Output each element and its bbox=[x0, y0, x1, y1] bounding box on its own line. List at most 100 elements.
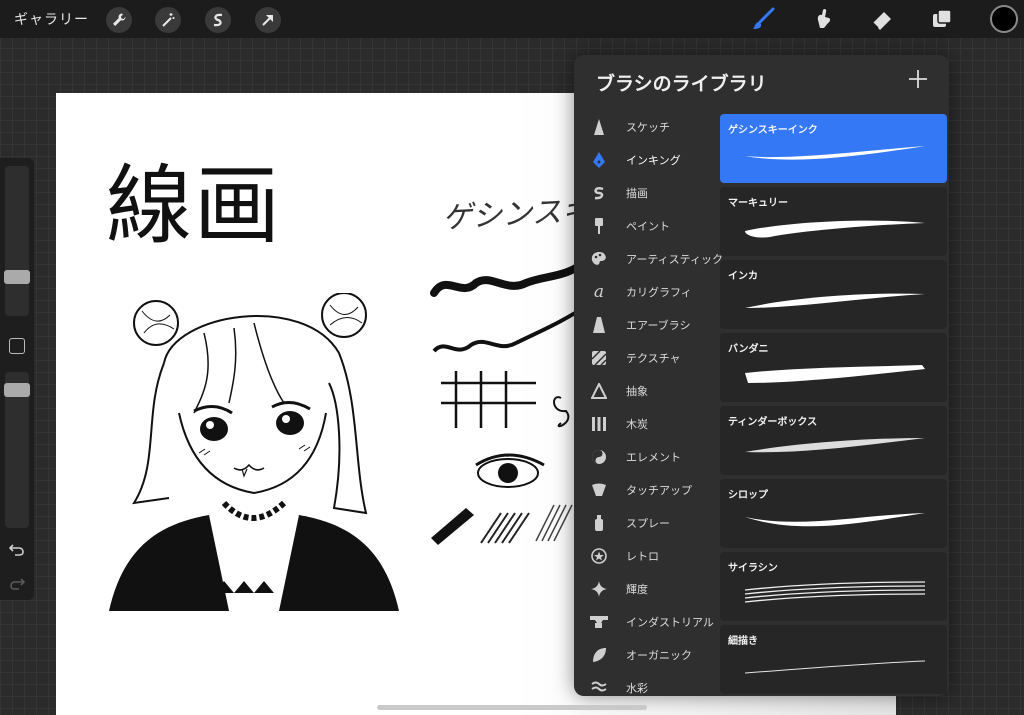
category-label: エアーブラシ bbox=[626, 319, 691, 332]
transform-arrow-icon[interactable] bbox=[255, 7, 281, 33]
brush-name: ゲシンスキーインク bbox=[728, 125, 818, 136]
category-sketch[interactable]: スケッチ bbox=[574, 112, 719, 142]
layers-icon[interactable] bbox=[928, 6, 956, 32]
eyedropper-modifier-button[interactable] bbox=[9, 338, 25, 354]
brush-preview-stroke bbox=[744, 581, 926, 603]
category-label: タッチアップ bbox=[626, 484, 692, 497]
category-watercolor[interactable]: 水彩 bbox=[574, 673, 719, 696]
brush-preview-stroke bbox=[744, 660, 926, 674]
brush-icon[interactable] bbox=[750, 6, 778, 32]
category-label: 描画 bbox=[626, 187, 648, 200]
left-sidebar bbox=[0, 158, 34, 600]
category-label: インキング bbox=[626, 154, 681, 167]
paint-brush-icon bbox=[590, 217, 608, 235]
texture-icon bbox=[590, 349, 608, 367]
brush-name: バンダニ bbox=[728, 344, 769, 355]
home-indicator[interactable] bbox=[377, 705, 647, 710]
category-retro[interactable]: レトロ bbox=[574, 541, 719, 571]
brush-preview-stroke bbox=[745, 438, 925, 453]
brush-preview-stroke bbox=[745, 365, 925, 383]
brush-item[interactable]: シロップ bbox=[720, 479, 947, 548]
brush-item[interactable]: サイラシン bbox=[720, 552, 947, 621]
category-airbrush[interactable]: エアーブラシ bbox=[574, 310, 719, 340]
triangle-icon bbox=[590, 382, 608, 400]
category-charcoal[interactable]: 木炭 bbox=[574, 409, 719, 439]
airbrush-icon bbox=[590, 316, 608, 334]
category-label: ペイント bbox=[626, 220, 670, 233]
leaf-icon bbox=[590, 646, 608, 664]
brush-item[interactable]: ゲシンスキーインク bbox=[720, 114, 947, 183]
undo-icon[interactable] bbox=[8, 542, 25, 561]
brush-preview-stroke bbox=[745, 513, 925, 527]
charcoal-icon bbox=[590, 415, 608, 433]
plus-icon[interactable] bbox=[906, 67, 930, 91]
wrench-icon[interactable] bbox=[106, 7, 132, 33]
canvas-title-text: 線画 bbox=[106, 156, 282, 256]
brush-item[interactable]: マーキュリー bbox=[720, 187, 947, 256]
sparkle-icon bbox=[590, 580, 608, 598]
brush-item[interactable]: ティンダーボックス bbox=[720, 406, 947, 475]
brush-preview-stroke bbox=[745, 146, 925, 160]
gallery-button[interactable]: ギャラリー bbox=[14, 9, 89, 29]
panel-title: ブラシのライブラリ bbox=[596, 73, 767, 95]
category-abstract[interactable]: 抽象 bbox=[574, 376, 719, 406]
brush-name: マーキュリー bbox=[728, 198, 788, 209]
anvil-icon bbox=[590, 613, 608, 631]
brush-size-handle[interactable] bbox=[4, 270, 30, 284]
smudge-icon[interactable] bbox=[809, 6, 837, 32]
redo-icon[interactable] bbox=[9, 576, 26, 595]
top-toolbar: ギャラリー bbox=[0, 0, 1024, 38]
category-organic[interactable]: オーガニック bbox=[574, 640, 719, 670]
color-picker-swatch[interactable] bbox=[990, 5, 1018, 33]
brush-preview-stroke bbox=[745, 220, 925, 238]
category-label: スプレー bbox=[626, 517, 670, 530]
brush-size-slider[interactable] bbox=[5, 166, 29, 316]
brush-item[interactable]: インカ bbox=[720, 260, 947, 329]
brush-name: インカ bbox=[728, 271, 758, 282]
yin-yang-icon bbox=[590, 448, 608, 466]
category-inking[interactable]: インキング bbox=[574, 145, 719, 175]
brush-preview-stroke bbox=[745, 293, 925, 308]
category-label: テクスチャ bbox=[626, 352, 681, 365]
character-illustration bbox=[109, 293, 399, 611]
waves-icon bbox=[590, 679, 608, 696]
category-label: オーガニック bbox=[626, 649, 692, 662]
category-label: スケッチ bbox=[626, 121, 670, 134]
pencil-icon bbox=[590, 118, 608, 136]
category-label: レトロ bbox=[626, 550, 659, 563]
palette-icon bbox=[590, 250, 608, 268]
calligraphy-icon: a bbox=[593, 282, 605, 302]
magic-wand-icon[interactable] bbox=[155, 7, 181, 33]
category-spray[interactable]: スプレー bbox=[574, 508, 719, 538]
category-label: カリグラフィ bbox=[626, 286, 692, 299]
brush-library-panel: ブラシのライブラリ スケッチ インキング 描画 ペイント アーティスティック a… bbox=[574, 55, 949, 696]
brush-item[interactable]: 細描き bbox=[720, 625, 947, 694]
spray-can-icon bbox=[590, 514, 608, 532]
brush-name: ティンダーボックス bbox=[728, 417, 818, 428]
category-label: 水彩 bbox=[626, 682, 648, 695]
eraser-icon[interactable] bbox=[868, 6, 896, 32]
swirl-icon bbox=[590, 184, 608, 202]
brush-item[interactable]: バンダニ bbox=[720, 333, 947, 402]
category-calligraphy[interactable]: a カリグラフィ bbox=[574, 277, 719, 307]
brush-name: 細描き bbox=[728, 636, 758, 647]
touchup-icon bbox=[590, 481, 608, 499]
category-paint[interactable]: ペイント bbox=[574, 211, 719, 241]
category-touchup[interactable]: タッチアップ bbox=[574, 475, 719, 505]
category-artistic[interactable]: アーティスティック bbox=[574, 244, 723, 274]
category-industrial[interactable]: インダストリアル bbox=[574, 607, 719, 637]
opacity-handle[interactable] bbox=[4, 383, 30, 397]
category-texture[interactable]: テクスチャ bbox=[574, 343, 719, 373]
category-label: 木炭 bbox=[626, 418, 648, 431]
selection-icon[interactable] bbox=[205, 7, 231, 33]
pen-nib-icon bbox=[590, 151, 608, 169]
category-label: エレメント bbox=[626, 451, 681, 464]
brush-name: シロップ bbox=[728, 490, 768, 501]
category-label: アーティスティック bbox=[626, 253, 724, 266]
category-drawing[interactable]: 描画 bbox=[574, 178, 719, 208]
brush-name: サイラシン bbox=[728, 563, 778, 574]
category-label: インダストリアル bbox=[626, 616, 714, 629]
star-badge-icon bbox=[590, 547, 608, 565]
category-elements[interactable]: エレメント bbox=[574, 442, 719, 472]
category-luminance[interactable]: 輝度 bbox=[574, 574, 719, 604]
